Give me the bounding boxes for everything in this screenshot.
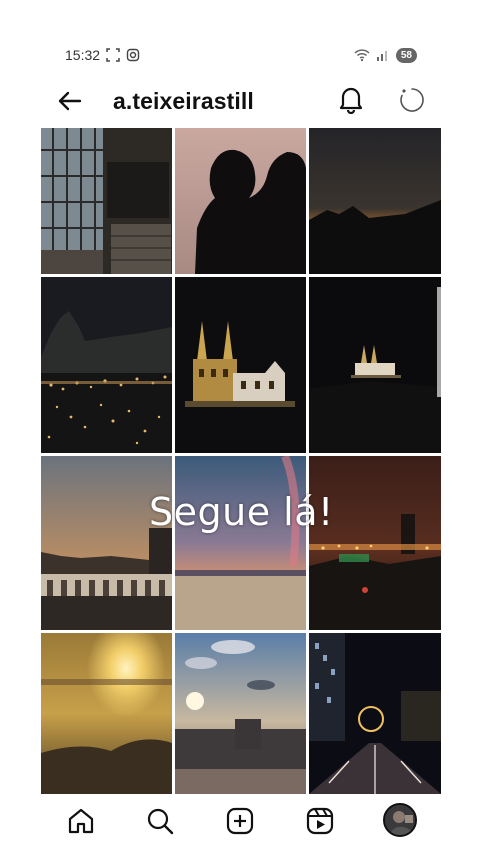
avatar[interactable]: [383, 803, 417, 837]
post-thumbnail[interactable]: [41, 456, 172, 630]
screen: 15:32 58 a.teixeirastill Segue lá!: [41, 36, 441, 854]
profile-header: a.teixeirastill: [41, 74, 441, 128]
post-thumbnail[interactable]: [309, 456, 441, 630]
post-thumbnail[interactable]: [41, 128, 172, 274]
instagram-icon: [126, 48, 140, 62]
bell-icon[interactable]: [337, 84, 365, 114]
overlay-caption: Segue lá!: [149, 490, 334, 534]
post-thumbnail[interactable]: [175, 128, 306, 274]
post-grid: Segue lá!: [41, 128, 441, 794]
post-thumbnail[interactable]: [175, 456, 306, 630]
post-thumbnail[interactable]: [175, 633, 306, 794]
search-icon[interactable]: [145, 806, 175, 836]
screenshot-icon: [106, 48, 120, 62]
wifi-icon: [354, 49, 370, 62]
status-time: 15:32: [65, 47, 101, 63]
post-thumbnail[interactable]: [175, 277, 306, 453]
loading-spinner-icon: [400, 88, 424, 112]
post-thumbnail[interactable]: [309, 277, 441, 453]
battery-level: 58: [395, 47, 417, 63]
arrow-left-icon[interactable]: [55, 86, 85, 116]
signal-icon: [376, 51, 387, 61]
post-thumbnail[interactable]: [309, 633, 441, 794]
page-title: a.teixeirastill: [113, 88, 254, 114]
plus-square-icon[interactable]: [225, 806, 255, 836]
status-bar: 15:32 58: [41, 36, 441, 74]
post-thumbnail[interactable]: [309, 128, 441, 274]
post-thumbnail[interactable]: [41, 633, 172, 794]
bottom-nav: [41, 794, 441, 854]
home-icon[interactable]: [66, 806, 96, 836]
reels-icon[interactable]: [305, 806, 335, 836]
post-thumbnail[interactable]: [41, 277, 172, 453]
